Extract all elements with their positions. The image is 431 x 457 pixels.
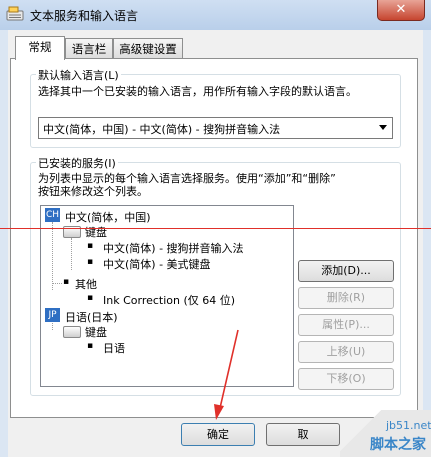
watermark-name: 脚本之家 xyxy=(370,437,426,453)
tab-general[interactable]: 常规 xyxy=(15,36,65,60)
watermark-url: jb51.net xyxy=(386,419,431,432)
tab-general-label: 常规 xyxy=(28,40,52,54)
annotation-arrow-icon xyxy=(214,329,239,420)
